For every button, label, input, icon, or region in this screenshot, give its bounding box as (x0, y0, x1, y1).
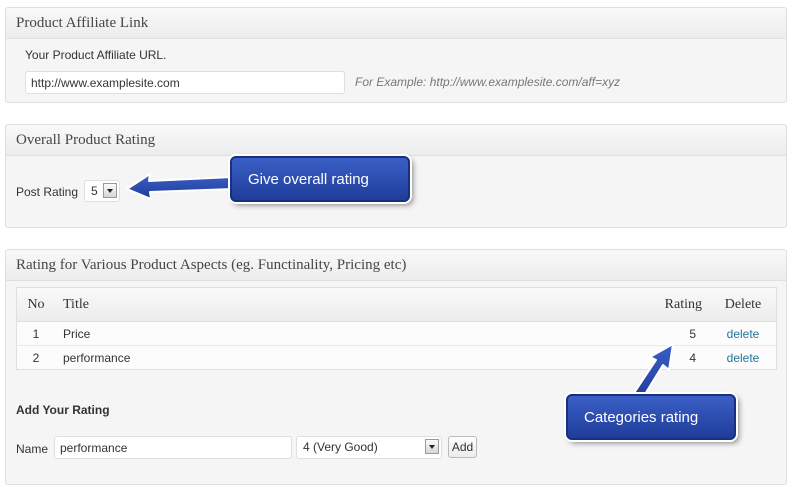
post-rating-label: Post Rating (16, 185, 79, 199)
affiliate-panel-title: Product Affiliate Link (6, 8, 786, 39)
row-title: performance (63, 350, 131, 365)
categories-rating-callout: Categories rating (566, 394, 736, 440)
categories-rating-text: Categories rating (584, 409, 699, 426)
table-row: 1 Price 5 delete (16, 321, 777, 346)
affiliate-url-example: For Example: http://www.examplesite.com/… (355, 75, 621, 89)
delete-link[interactable]: delete (727, 351, 760, 365)
affiliate-url-input[interactable] (25, 71, 345, 94)
name-input[interactable] (54, 436, 292, 459)
rating-select-value: 4 (Very Good) (303, 440, 378, 454)
row-no: 2 (32, 350, 40, 365)
col-title: Title (55, 287, 641, 322)
table-row: 2 performance 4 delete (16, 345, 777, 370)
aspects-panel-title: Rating for Various Product Aspects (eg. … (6, 250, 786, 281)
affiliate-panel: Product Affiliate Link Your Product Affi… (5, 7, 787, 103)
rating-select[interactable]: 4 (Very Good) (296, 436, 442, 459)
affiliate-url-label: Your Product Affiliate URL. (25, 48, 167, 62)
row-delete-cell: delete (710, 346, 777, 370)
post-rating-value: 5 (91, 184, 98, 198)
col-no: No (16, 287, 55, 322)
col-delete: Delete (710, 287, 777, 322)
overall-rating-title: Overall Product Rating (6, 125, 786, 156)
row-rating: 5 (641, 321, 710, 346)
aspects-panel: Rating for Various Product Aspects (eg. … (5, 249, 787, 485)
post-rating-select[interactable]: 5 (84, 180, 120, 202)
give-overall-rating-text: Give overall rating (248, 171, 369, 188)
chevron-down-icon[interactable] (103, 183, 117, 198)
row-title: Price (55, 321, 641, 346)
name-label: Name (16, 442, 49, 456)
add-rating-heading: Add Your Rating (16, 403, 110, 417)
delete-link[interactable]: delete (727, 327, 760, 341)
chevron-down-icon[interactable] (425, 439, 439, 454)
add-button[interactable]: Add (448, 436, 477, 458)
aspects-table: No Title Rating Delete 1 Price 5 delete … (16, 287, 777, 370)
row-no: 1 (16, 321, 55, 346)
table-header-row: No Title Rating Delete (16, 287, 777, 322)
row-rating: 4 (689, 350, 696, 365)
give-overall-rating-callout: Give overall rating (230, 156, 410, 202)
col-rating: Rating (641, 287, 710, 322)
row-delete-cell: delete (710, 321, 777, 346)
